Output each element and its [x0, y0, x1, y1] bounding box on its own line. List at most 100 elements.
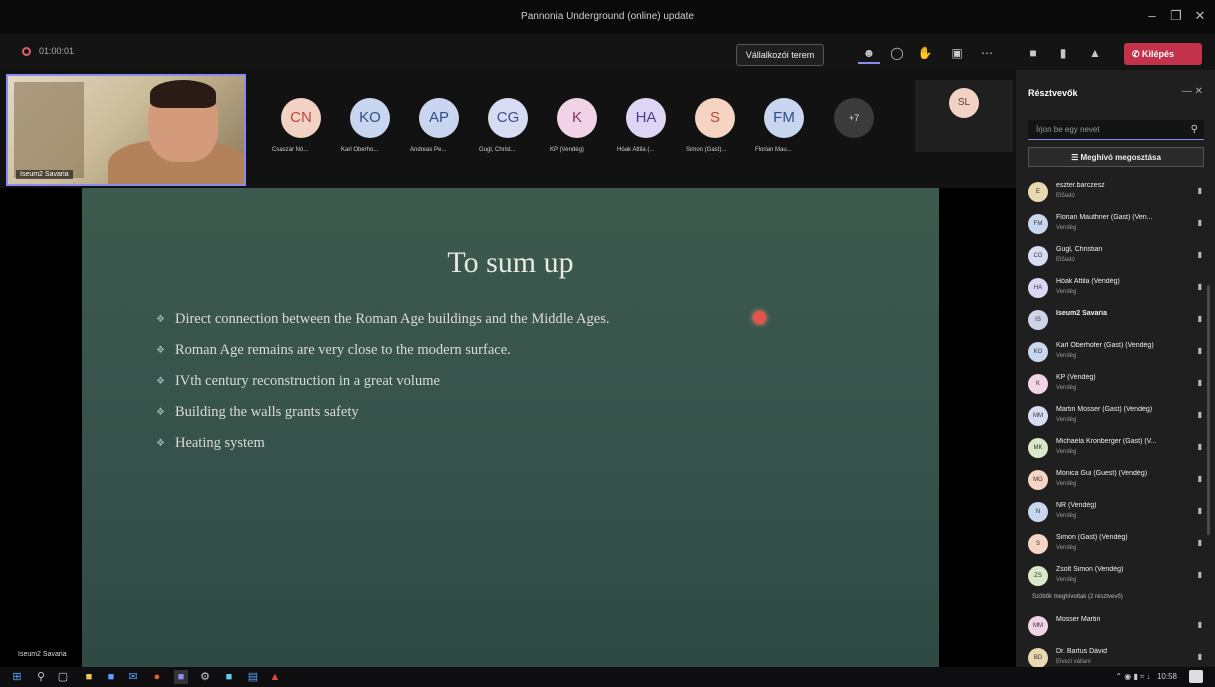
- participant-list-item[interactable]: FM Florian Mauthner (Gast) (Ven... Vendég ▮: [1028, 208, 1208, 240]
- avatar: S: [1028, 534, 1048, 554]
- participant-list-item[interactable]: MG Monica Gui (Guest) (Vendég) Vendég ▮: [1028, 464, 1208, 496]
- share-invite-button[interactable]: ☰ Meghívó megosztása: [1028, 147, 1204, 167]
- participant-avatar[interactable]: FM: [764, 98, 804, 138]
- participant-list-item[interactable]: S Simon (Gast) (Vendég) Vendég ▮: [1028, 528, 1208, 560]
- bullet-icon: ❖: [156, 376, 165, 387]
- participant-name: Florian Mau...: [755, 147, 792, 153]
- avatar-initials: K: [571, 109, 582, 126]
- avatar: IS: [1028, 310, 1048, 330]
- people-icon[interactable]: ☻: [858, 44, 880, 64]
- participant-tile-sl[interactable]: SL: [915, 80, 1013, 152]
- avatar-initials: KO: [359, 109, 381, 126]
- participant-role: Előadó: [1056, 193, 1075, 199]
- participant-list-item[interactable]: HA Hóak Attila (Vendég) Vendég ▮: [1028, 272, 1208, 304]
- phone-icon: ✆: [1132, 49, 1143, 59]
- word-icon[interactable]: ▤: [246, 670, 260, 684]
- participant-list-item[interactable]: MM Mosser Martin ▮: [1028, 610, 1208, 642]
- chat-icon[interactable]: ◯: [886, 44, 908, 62]
- system-tray[interactable]: ⌃ ◉ ▮ ≈ ♩ 10:58: [1115, 672, 1177, 681]
- avatar: BD: [1028, 648, 1048, 668]
- participant-role: Vendég: [1056, 545, 1077, 551]
- avatar: FM: [1028, 214, 1048, 234]
- participant-list-item[interactable]: CG Gugl, Christian Előadó ▮: [1028, 240, 1208, 272]
- participant-name: Florian Mauthner (Gast) (Ven...: [1056, 214, 1153, 221]
- recording-icon: [22, 46, 31, 56]
- breakout-rooms-button[interactable]: Vállalkozói terem: [736, 44, 824, 66]
- clock[interactable]: 10:58: [1157, 672, 1177, 681]
- participant-name: Karl Oberho...: [341, 147, 379, 153]
- browser-icon[interactable]: ●: [150, 670, 164, 684]
- rooms-icon[interactable]: ▣: [946, 44, 968, 62]
- participant-list-item[interactable]: Eeszter.barczesz Előadó ▮: [1028, 176, 1208, 208]
- participant-role: Előadó: [1056, 257, 1075, 263]
- maximize-icon[interactable]: ❐: [1166, 8, 1186, 24]
- more-participants-button[interactable]: +7: [834, 98, 874, 138]
- avatar-initials: S: [709, 109, 720, 126]
- participant-name: Martin Mosser (Gast) (Vendég): [1056, 406, 1153, 413]
- participant-avatar[interactable]: CG: [488, 98, 528, 138]
- timer-text: 01:00:01: [39, 46, 75, 56]
- pdf-icon[interactable]: ▲: [268, 670, 282, 684]
- mic-muted-icon: ▮: [1197, 218, 1202, 227]
- avatar: N: [1028, 502, 1048, 522]
- participant-name: eszter.barczesz: [1056, 182, 1105, 189]
- participant-list-item[interactable]: IS Iseum2 Savaria ▮: [1028, 304, 1208, 336]
- mic-muted-icon: ▮: [1197, 314, 1202, 323]
- search-icon[interactable]: ⚲: [34, 670, 48, 684]
- panel-scrollbar[interactable]: [1207, 285, 1210, 535]
- minimize-icon[interactable]: –: [1142, 8, 1162, 23]
- participant-list-item[interactable]: MM Martin Mosser (Gast) (Vendég) Vendég ▮: [1028, 400, 1208, 432]
- settings-icon[interactable]: ⚙: [198, 670, 212, 684]
- avatar-initials: CG: [496, 109, 520, 126]
- slide-bullet-list: ❖ Direct connection between the Roman Age…: [156, 311, 609, 466]
- file-explorer-icon[interactable]: ■: [82, 670, 96, 684]
- close-icon[interactable]: ✕: [1190, 8, 1210, 24]
- start-icon[interactable]: ⊞: [10, 670, 24, 684]
- participant-list-item[interactable]: K KP (Vendég) Vendég ▮: [1028, 368, 1208, 400]
- participant-search-input[interactable]: Írjon be egy nevet ⚲: [1028, 120, 1204, 140]
- participant-avatar[interactable]: KO: [350, 98, 390, 138]
- slide-bullet: ❖ Heating system: [156, 435, 609, 466]
- invited-section-header[interactable]: Szöbők meghívottak (2 résztvevő): [1032, 594, 1123, 600]
- mail-icon[interactable]: ✉: [126, 670, 140, 684]
- participant-list-item[interactable]: ZS Zsolt Simon (Vendég) Vendég ▮: [1028, 560, 1208, 592]
- participant-list: Eeszter.barczesz Előadó ▮ FM Florian Mauthne…: [1028, 176, 1208, 592]
- teams-icon[interactable]: ■: [174, 670, 188, 684]
- app-icon[interactable]: ■: [222, 670, 236, 684]
- bullet-icon: ❖: [156, 438, 165, 449]
- participant-avatar[interactable]: K: [557, 98, 597, 138]
- participant-list-item[interactable]: N NR (Vendég) Vendég ▮: [1028, 496, 1208, 528]
- hand-icon[interactable]: ✋: [914, 44, 936, 62]
- notification-icon[interactable]: [1189, 670, 1203, 683]
- leave-button[interactable]: ✆ Kilépés: [1124, 43, 1202, 65]
- participant-avatar[interactable]: HA: [626, 98, 666, 138]
- participant-name: Andreas Pe...: [410, 147, 447, 153]
- share-icon[interactable]: ▲: [1084, 44, 1106, 62]
- avatar: SL: [949, 88, 979, 118]
- participant-name: Gugl, Christ...: [479, 147, 516, 153]
- more-icon[interactable]: ⋯: [976, 44, 998, 62]
- windows-taskbar: ⊞ ⚲ ▢ ■ ■ ✉ ● ■ ⚙ ■ ▤ ▲ ⌃ ◉ ▮ ≈ ♩ 10:58: [0, 667, 1215, 687]
- avatar: MK: [1028, 438, 1048, 458]
- search-icon[interactable]: ⚲: [1191, 120, 1198, 140]
- task-view-icon[interactable]: ▢: [56, 670, 70, 684]
- mic-muted-icon: ▮: [1197, 378, 1202, 387]
- store-icon[interactable]: ■: [104, 670, 118, 684]
- participant-avatar[interactable]: S: [695, 98, 735, 138]
- bullet-text: Building the walls grants safety: [174, 404, 359, 420]
- participant-avatar[interactable]: CN: [281, 98, 321, 138]
- participant-name: Monica Gui (Guest) (Vendég): [1056, 470, 1148, 477]
- bullet-text: Direct connection between the Roman Age …: [174, 311, 610, 327]
- participant-list-item[interactable]: KO Karl Oberhofer (Gast) (Vendég) Vendég ▮: [1028, 336, 1208, 368]
- camera-icon[interactable]: ■: [1022, 44, 1044, 62]
- share-invite-label: Meghívó megosztása: [1080, 153, 1161, 162]
- mic-icon[interactable]: ▮: [1052, 44, 1074, 62]
- participant-role: Vendég: [1056, 385, 1077, 391]
- laser-pointer-icon: [753, 311, 766, 324]
- video-wall: [14, 82, 84, 178]
- avatar: K: [1028, 374, 1048, 394]
- participant-list-item[interactable]: MK Michaela Kronberger (Gast) (V... Vendég…: [1028, 432, 1208, 464]
- self-video-tile[interactable]: Iseum2 Savaria: [6, 74, 246, 186]
- participant-avatar[interactable]: AP: [419, 98, 459, 138]
- panel-close-icon[interactable]: — ✕: [1182, 86, 1203, 97]
